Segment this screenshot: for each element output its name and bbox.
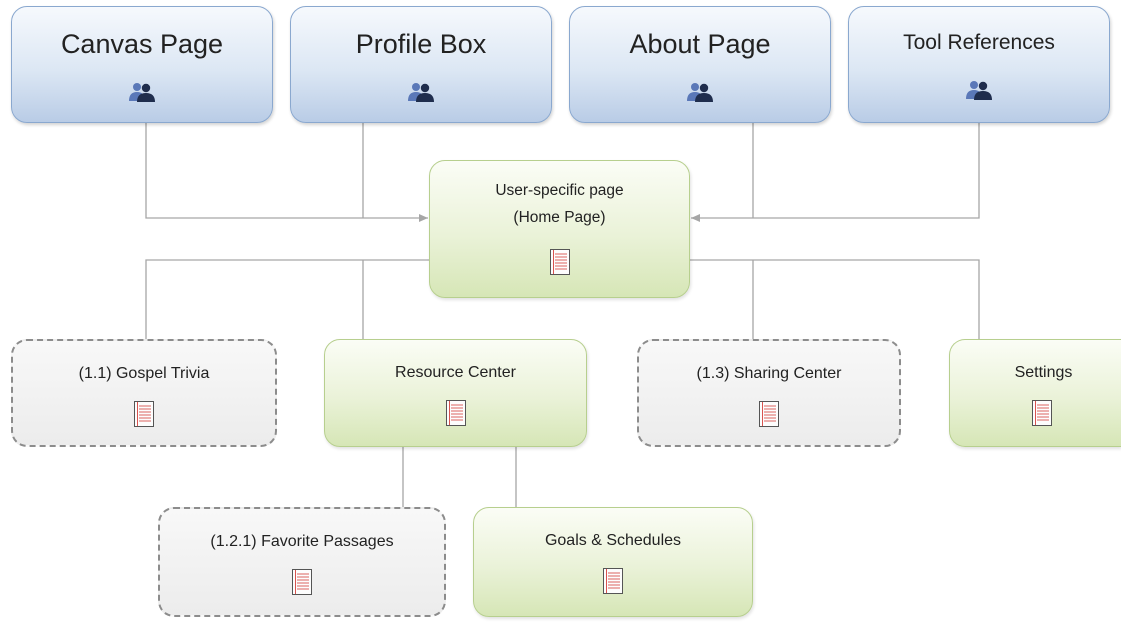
- node-profile-box: Profile Box: [290, 6, 552, 123]
- node-canvas-page: Canvas Page: [11, 6, 273, 123]
- node-label-line1: User-specific page: [495, 182, 624, 199]
- node-tool-references: Tool References: [848, 6, 1110, 123]
- node-sharing-center: (1.3) Sharing Center: [637, 339, 901, 447]
- people-icon: [129, 83, 155, 102]
- node-label: (1.1) Gospel Trivia: [78, 365, 210, 382]
- node-label-line2: (Home Page): [513, 209, 606, 226]
- connector-sharing-center: [689, 259, 980, 340]
- node-label: About Page: [629, 29, 771, 59]
- node-settings: Settings: [949, 339, 1121, 447]
- page-icon: [445, 400, 466, 426]
- node-home-page: User-specific page (Home Page): [429, 160, 690, 298]
- page-icon: [603, 568, 623, 594]
- connector-canvas-page: [145, 122, 428, 222]
- node-goals-schedules: Goals & Schedules: [473, 507, 753, 617]
- node-label: (1.3) Sharing Center: [696, 365, 842, 382]
- node-resource-center: Resource Center: [324, 339, 587, 447]
- node-label: User-specific page (Home Page): [430, 177, 689, 231]
- connector-gospel-trivia: [145, 259, 430, 340]
- node-label: Profile Box: [355, 29, 487, 59]
- node-favorite-passages: (1.2.1) Favorite Passages: [158, 507, 446, 617]
- page-icon: [292, 569, 312, 595]
- page-icon: [134, 401, 154, 427]
- node-label: Canvas Page: [60, 29, 224, 59]
- node-about-page: About Page: [569, 6, 831, 123]
- node-label: Resource Center: [395, 364, 516, 381]
- people-icon: [687, 83, 713, 102]
- node-label: Tool References: [903, 31, 1055, 54]
- people-icon: [408, 83, 434, 102]
- people-icon: [966, 81, 992, 100]
- node-label: (1.2.1) Favorite Passages: [210, 533, 394, 550]
- node-label: Settings: [1014, 364, 1073, 381]
- connector-tool-references: [691, 122, 980, 222]
- node-gospel-trivia: (1.1) Gospel Trivia: [11, 339, 277, 447]
- page-icon: [1032, 400, 1053, 426]
- page-icon: [549, 249, 570, 275]
- node-label: Goals & Schedules: [544, 532, 682, 549]
- page-icon: [759, 401, 779, 427]
